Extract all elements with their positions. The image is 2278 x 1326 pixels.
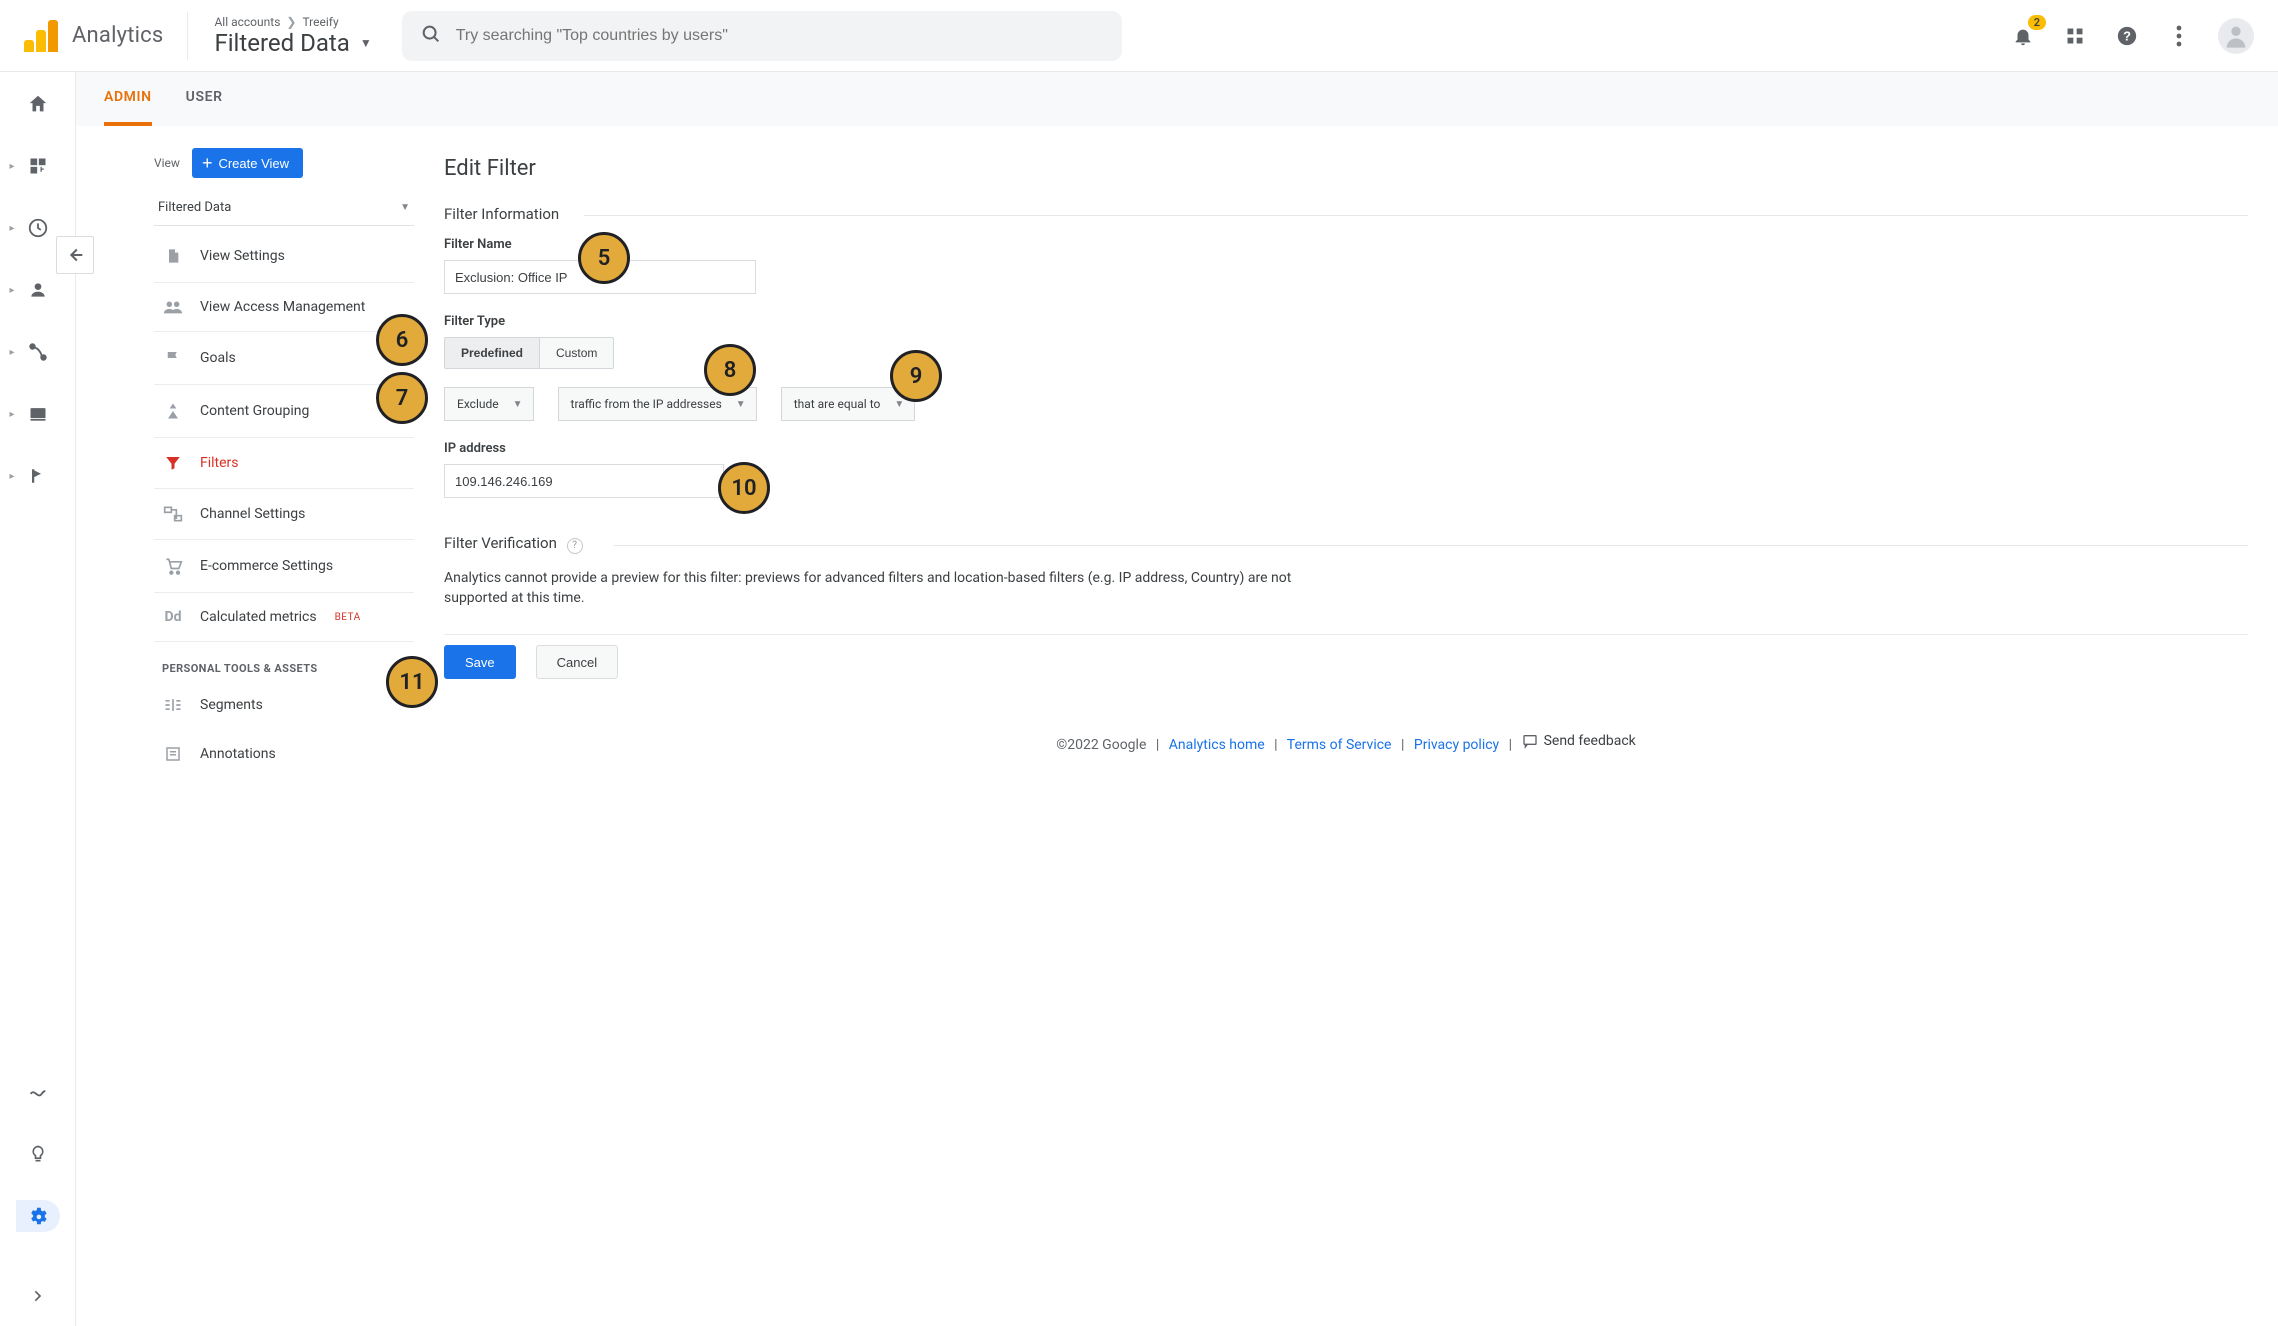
funnel-icon (162, 454, 184, 472)
note-icon (162, 745, 184, 763)
nav-annotations[interactable]: Annotations (154, 729, 414, 779)
tutorial-marker-11: 11 (386, 656, 438, 708)
plus-icon: + (202, 154, 213, 172)
verification-message: Analytics cannot provide a preview for t… (444, 568, 1344, 609)
footer-tos-link[interactable]: Terms of Service (1287, 737, 1392, 753)
nav-filters[interactable]: Filters (154, 438, 414, 489)
search-icon (420, 23, 442, 49)
ip-label: IP address (444, 441, 2248, 456)
cancel-button[interactable]: Cancel (536, 645, 618, 679)
chevron-down-icon: ▼ (736, 399, 746, 410)
tab-user[interactable]: USER (186, 72, 223, 126)
product-name: Analytics (72, 23, 163, 48)
footer-privacy-link[interactable]: Privacy policy (1414, 737, 1499, 753)
view-title: Filtered Data (214, 29, 349, 57)
tutorial-marker-10: 10 (718, 462, 770, 514)
svg-text:?: ? (2123, 28, 2131, 43)
rail-attribution[interactable] (16, 1076, 60, 1108)
page-title: Edit Filter (444, 156, 2248, 181)
filter-type-toggle: Predefined Custom (444, 337, 614, 369)
chevron-down-icon: ▼ (513, 399, 523, 410)
dropdown-icon: ▼ (400, 202, 410, 213)
view-picker[interactable]: Filtered Data ▼ (154, 190, 414, 226)
send-feedback-button[interactable]: Send feedback (1522, 733, 1636, 749)
view-label: View (154, 156, 180, 170)
help-button[interactable]: ? (2114, 23, 2140, 49)
flag-icon (162, 348, 184, 368)
people-icon (162, 299, 184, 315)
back-button[interactable] (56, 236, 94, 274)
rail-conversions[interactable]: ▸ (16, 460, 60, 492)
nav-view-settings[interactable]: View Settings (154, 230, 414, 283)
more-button[interactable] (2166, 23, 2192, 49)
tab-admin[interactable]: ADMIN (104, 72, 152, 126)
breadcrumb-root: All accounts (214, 15, 280, 29)
view-sidebar: View + Create View Filtered Data ▼ View … (76, 126, 420, 1326)
nav-content-grouping[interactable]: Content Grouping (154, 385, 414, 438)
analytics-logo-icon (24, 20, 58, 52)
rail-expand[interactable] (16, 1280, 60, 1312)
personal-tools-header: PERSONAL TOOLS & ASSETS (154, 642, 414, 681)
nav-channel-settings[interactable]: Channel Settings (154, 489, 414, 540)
rail-discover[interactable] (16, 1138, 60, 1170)
nav-ecommerce[interactable]: E-commerce Settings (154, 540, 414, 593)
section-filter-verification: Filter Verification ? (444, 534, 2248, 554)
rail-admin[interactable] (16, 1200, 60, 1232)
app-header: Analytics All accounts ❯ Treeify Filtere… (0, 0, 2278, 72)
dropdown-icon: ▼ (360, 36, 372, 50)
admin-tabs: ADMIN USER (76, 72, 2278, 126)
rail-realtime[interactable]: ▸ (16, 212, 60, 244)
segments-icon (162, 697, 184, 713)
apps-button[interactable] (2062, 23, 2088, 49)
notification-badge: 2 (2028, 15, 2046, 30)
filter-name-label: Filter Name (444, 237, 2248, 252)
beta-badge: BETA (335, 612, 361, 623)
nav-goals[interactable]: Goals (154, 332, 414, 385)
page-icon (162, 246, 184, 266)
search-bar[interactable] (402, 11, 1122, 61)
nav-calculated-metrics[interactable]: Dd Calculated metrics BETA (154, 593, 414, 642)
tutorial-marker-6: 6 (376, 314, 428, 366)
account-picker[interactable]: All accounts ❯ Treeify Filtered Data ▼ (208, 15, 371, 57)
notifications-button[interactable]: 2 (2010, 23, 2036, 49)
filter-type-label: Filter Type (444, 314, 2248, 329)
save-button[interactable]: Save (444, 645, 516, 679)
avatar[interactable] (2218, 18, 2254, 54)
rail-audience[interactable]: ▸ (16, 274, 60, 306)
chevron-right-icon: ❯ (286, 15, 296, 29)
type-custom-button[interactable]: Custom (540, 338, 613, 368)
tutorial-marker-9: 9 (890, 350, 942, 402)
feedback-icon (1522, 733, 1538, 749)
ip-input[interactable] (444, 464, 724, 498)
chevron-down-icon: ▼ (894, 399, 904, 410)
footer: ©2022 Google | Analytics home | Terms of… (444, 715, 2248, 777)
channel-icon (162, 505, 184, 523)
cart-icon (162, 556, 184, 576)
footer-analytics-home-link[interactable]: Analytics home (1169, 737, 1265, 753)
search-input[interactable] (456, 27, 1104, 45)
create-view-button[interactable]: + Create View (192, 148, 303, 178)
filter-action-dropdown[interactable]: Exclude▼ (444, 387, 534, 421)
grouping-icon (162, 401, 184, 421)
nav-view-access[interactable]: View Access Management (154, 283, 414, 332)
rail-reports[interactable]: ▸ (16, 150, 60, 182)
tutorial-marker-5: 5 (578, 232, 630, 284)
help-icon[interactable]: ? (567, 538, 583, 554)
rail-acquisition[interactable]: ▸ (16, 336, 60, 368)
tutorial-marker-7: 7 (376, 372, 428, 424)
nav-segments[interactable]: Segments (154, 681, 414, 729)
type-predefined-button[interactable]: Predefined (445, 338, 540, 368)
section-filter-info: Filter Information (444, 205, 2248, 223)
tutorial-marker-8: 8 (704, 344, 756, 396)
breadcrumb-property: Treeify (302, 15, 338, 29)
filter-form: 5 6 7 8 9 10 11 Edit Filter Filter Infor… (420, 126, 2278, 1326)
dd-icon: Dd (162, 609, 184, 625)
copyright: ©2022 Google (1056, 737, 1146, 753)
rail-home[interactable] (16, 88, 60, 120)
rail-behavior[interactable]: ▸ (16, 398, 60, 430)
brand[interactable]: Analytics (24, 12, 188, 60)
